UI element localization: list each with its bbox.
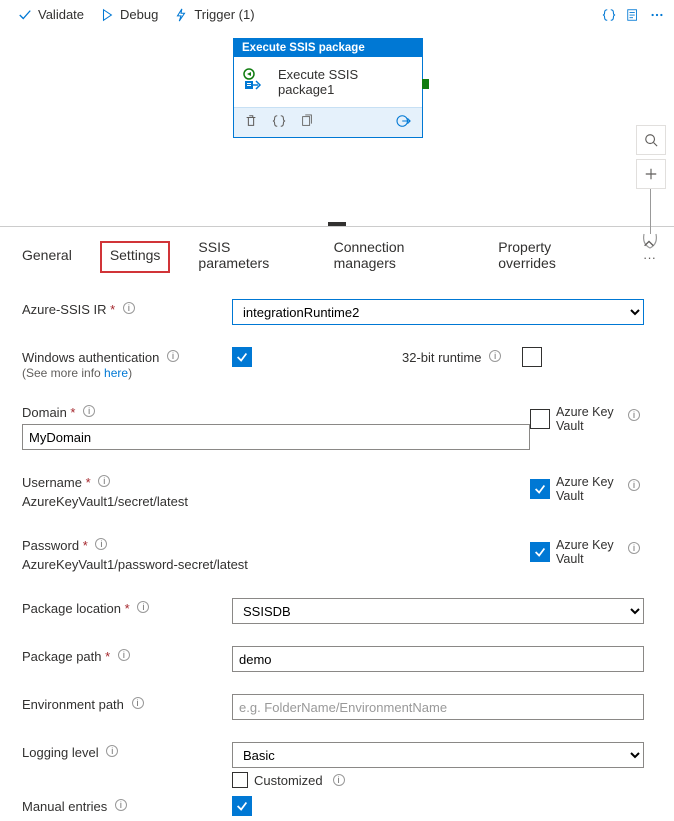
validate-label: Validate xyxy=(38,7,84,22)
label-domain: Domain xyxy=(22,405,67,420)
username-value: AzureKeyVault1/secret/latest xyxy=(22,490,530,513)
info-icon[interactable]: i xyxy=(123,302,135,314)
panel-resize-handle[interactable] xyxy=(328,222,346,226)
debug-button[interactable]: Debug xyxy=(92,3,166,26)
tab-settings[interactable]: Settings xyxy=(100,241,171,273)
braces-icon[interactable] xyxy=(272,114,286,131)
tab-property-overrides[interactable]: Property overrides xyxy=(494,233,613,281)
collapse-panel-icon[interactable] xyxy=(642,237,656,254)
tab-ssis-parameters[interactable]: SSIS parameters xyxy=(194,233,305,281)
activity-body: Execute SSIS package1 xyxy=(234,57,422,108)
info-icon[interactable]: i xyxy=(98,475,110,487)
braces-icon[interactable] xyxy=(602,8,616,22)
row-environment-path: Environment path i xyxy=(22,694,644,720)
customized-checkbox[interactable] xyxy=(232,772,248,788)
package-location-select[interactable]: SSISDB xyxy=(232,598,644,624)
search-button[interactable] xyxy=(636,125,666,155)
debug-label: Debug xyxy=(120,7,158,22)
label-pkg-location: Package location xyxy=(22,601,121,616)
row-domain: Domain * i Azure Key Vault i xyxy=(22,402,644,450)
windows-auth-checkbox[interactable] xyxy=(232,347,252,367)
row-windows-auth: Windows authentication i (See more info … xyxy=(22,347,644,380)
info-icon[interactable]: i xyxy=(333,774,345,786)
password-akv-checkbox[interactable] xyxy=(530,542,550,562)
row-manual-entries: Manual entries i xyxy=(22,796,644,816)
checkmark-icon xyxy=(18,8,32,22)
info-icon[interactable]: i xyxy=(95,538,107,550)
row-azure-ssis-ir: Azure-SSIS IR * i integrationRuntime2 xyxy=(22,299,644,325)
azure-ssis-ir-select[interactable]: integrationRuntime2 xyxy=(232,299,644,325)
tab-connection-managers[interactable]: Connection managers xyxy=(330,233,471,281)
add-button[interactable] xyxy=(636,159,666,189)
more-icon[interactable] xyxy=(650,8,664,22)
info-icon[interactable]: i xyxy=(628,542,640,554)
label-akv: Azure Key Vault xyxy=(556,405,620,433)
trigger-button[interactable]: Trigger (1) xyxy=(166,3,262,26)
lightning-icon xyxy=(174,8,188,22)
activity-footer xyxy=(234,108,422,137)
canvas-float-buttons xyxy=(636,125,666,189)
environment-path-input[interactable] xyxy=(232,694,644,720)
username-akv-checkbox[interactable] xyxy=(530,479,550,499)
manual-entries-checkbox[interactable] xyxy=(232,796,252,816)
form-icon[interactable] xyxy=(626,8,640,22)
success-connector[interactable] xyxy=(422,79,429,89)
play-icon xyxy=(100,8,114,22)
label-32bit: 32-bit runtime xyxy=(402,350,481,365)
info-icon[interactable]: i xyxy=(628,409,640,421)
package-path-input[interactable] xyxy=(232,646,644,672)
label-pkg-path: Package path xyxy=(22,649,102,664)
settings-panel[interactable]: Azure-SSIS IR * i integrationRuntime2 Wi… xyxy=(0,281,674,821)
label-password: Password xyxy=(22,538,79,553)
info-icon[interactable]: i xyxy=(167,350,179,362)
label-windows-auth: Windows authentication xyxy=(22,350,159,365)
info-icon[interactable]: i xyxy=(83,405,95,417)
label-manual: Manual entries xyxy=(22,799,107,814)
canvas-toolbar: Validate Debug Trigger (1) xyxy=(0,0,674,30)
tab-general[interactable]: General xyxy=(18,241,76,273)
info-icon[interactable]: i xyxy=(489,350,501,362)
row-package-location: Package location * i SSISDB xyxy=(22,598,644,624)
label-customized: Customized xyxy=(254,773,323,788)
info-icon[interactable]: i xyxy=(106,745,118,757)
info-icon[interactable]: i xyxy=(118,649,130,661)
row-password: Password * i AzureKeyVault1/password-sec… xyxy=(22,535,644,576)
trigger-label: Trigger (1) xyxy=(194,7,254,22)
row-logging-level: Logging level i Basic Customized i xyxy=(22,742,644,788)
label-akv: Azure Key Vault xyxy=(556,538,620,566)
delete-icon[interactable] xyxy=(244,114,258,131)
activity-name: Execute SSIS package1 xyxy=(278,67,414,97)
logging-level-select[interactable]: Basic xyxy=(232,742,644,768)
row-package-path: Package path * i xyxy=(22,646,644,672)
settings-tabs: General Settings SSIS parameters Connect… xyxy=(0,227,674,281)
info-icon[interactable]: i xyxy=(132,697,144,709)
label-akv: Azure Key Vault xyxy=(556,475,620,503)
domain-input[interactable] xyxy=(22,424,530,450)
pipeline-canvas[interactable]: Execute SSIS package Execute SSIS packag… xyxy=(0,30,674,227)
row-username: Username * i AzureKeyVault1/secret/lates… xyxy=(22,472,644,513)
label-azure-ssis-ir: Azure-SSIS IR xyxy=(22,302,107,317)
label-env-path: Environment path xyxy=(22,697,124,712)
here-link[interactable]: here xyxy=(104,366,128,380)
domain-akv-checkbox[interactable] xyxy=(530,409,550,429)
runtime32-checkbox[interactable] xyxy=(522,347,542,367)
info-icon[interactable]: i xyxy=(628,479,640,491)
password-value: AzureKeyVault1/password-secret/latest xyxy=(22,553,530,576)
label-username: Username xyxy=(22,475,82,490)
output-icon[interactable] xyxy=(396,114,412,131)
toolbar-right xyxy=(602,8,664,22)
ssis-icon xyxy=(242,68,268,97)
activity-card[interactable]: Execute SSIS package Execute SSIS packag… xyxy=(233,38,423,138)
validate-button[interactable]: Validate xyxy=(10,3,92,26)
info-icon[interactable]: i xyxy=(137,601,149,613)
label-log-level: Logging level xyxy=(22,745,99,760)
info-icon[interactable]: i xyxy=(115,799,127,811)
activity-type-label: Execute SSIS package xyxy=(234,39,422,57)
copy-icon[interactable] xyxy=(300,114,314,131)
